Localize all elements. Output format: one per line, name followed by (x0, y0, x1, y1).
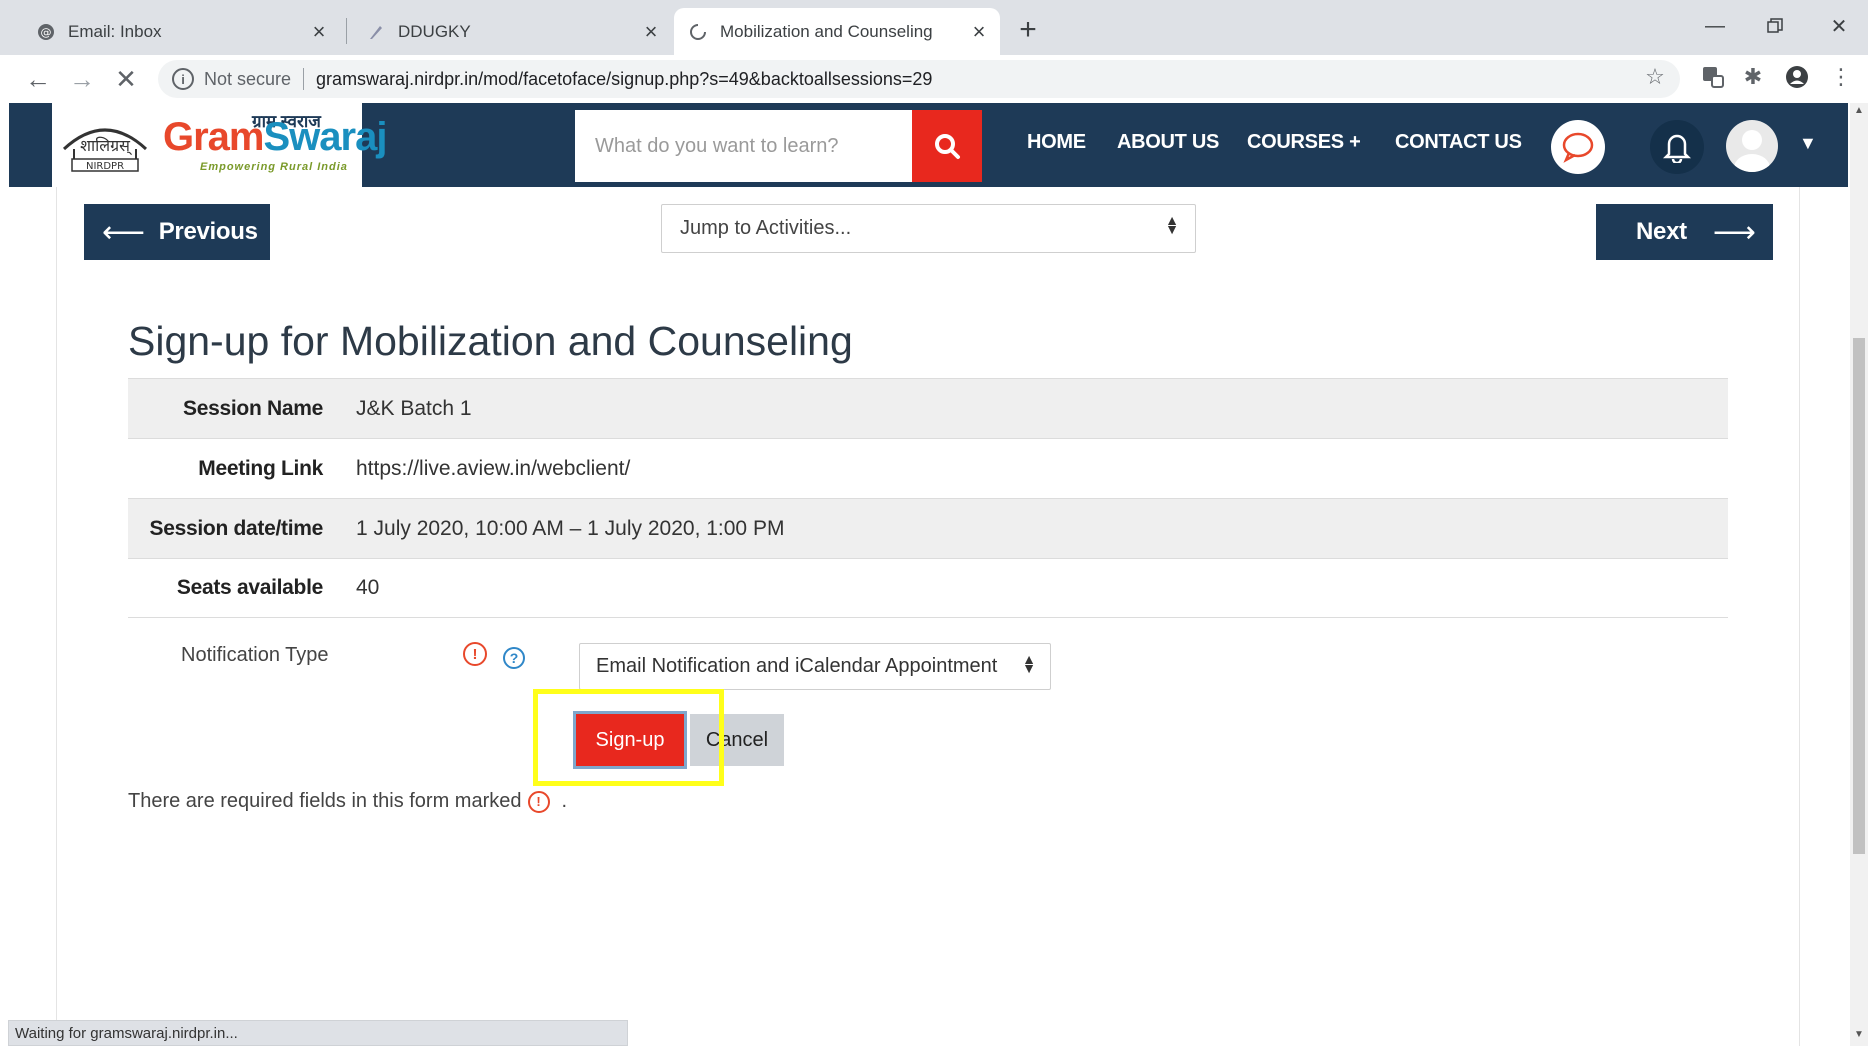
loading-spinner-icon (688, 22, 708, 42)
browser-tab-strip: @ Email: Inbox × DDUGKY × Mobilization a… (0, 0, 1868, 55)
detail-value: J&K Batch 1 (356, 396, 472, 420)
info-icon[interactable]: i (172, 68, 194, 90)
required-note-end: . (561, 790, 568, 812)
new-tab-button[interactable]: + (1012, 13, 1044, 46)
extensions-puzzle-icon[interactable]: ✱ (1738, 62, 1768, 92)
svg-text:NIRDPR: NIRDPR (86, 161, 124, 172)
detail-label: Seats available (176, 576, 323, 599)
detail-row-session-name: Session Name J&K Batch 1 (128, 378, 1728, 438)
required-icon: ! (463, 642, 487, 666)
previous-label: Previous (158, 218, 258, 245)
browser-menu-icon[interactable]: ⋮ (1826, 62, 1856, 92)
session-details-table: Session Name J&K Batch 1 Meeting Link ht… (128, 378, 1728, 618)
site-header: शालिग्रस् NIRDPR ग्राम स्वराज GramSwaraj… (9, 103, 1848, 187)
user-avatar[interactable] (1726, 120, 1778, 172)
chevron-down-icon[interactable]: ▼ (1799, 133, 1817, 154)
required-fields-note: There are required fields in this form m… (128, 790, 567, 813)
email-icon: @ (36, 22, 56, 42)
detail-value: 1 July 2020, 10:00 AM – 1 July 2020, 1:0… (356, 516, 785, 540)
browser-status-bar: Waiting for gramswaraj.nirdpr.in... (8, 1020, 628, 1046)
next-label: Next (1636, 218, 1687, 245)
updown-caret-icon: ▲ ▼ (1165, 212, 1179, 237)
chat-bubble-icon (1562, 132, 1594, 163)
required-note-text: There are required fields in this form m… (128, 790, 522, 812)
scrollbar-thumb[interactable] (1853, 338, 1865, 854)
tab-title: DDUGKY (398, 21, 471, 41)
detail-label: Session Name (183, 396, 323, 420)
detail-label: Session date/time (149, 516, 324, 540)
arrow-left-icon: ⟵ (102, 215, 145, 249)
help-icon[interactable]: ? (503, 647, 525, 669)
tab-mobilization-active[interactable]: Mobilization and Counseling × (674, 8, 1000, 55)
required-icon: ! (527, 790, 550, 813)
detail-row-seats-available: Seats available 40 (128, 558, 1728, 618)
svg-text:शालिग्रस्: शालिग्रस् (80, 136, 133, 156)
site-logo[interactable]: शालिग्रस् NIRDPR ग्राम स्वराज GramSwaraj… (52, 103, 387, 187)
arrow-right-icon: ⟶ (1712, 215, 1756, 249)
extension-translate-icon[interactable] (1698, 62, 1728, 92)
search-button[interactable] (912, 110, 982, 182)
tab-title: Mobilization and Counseling (720, 21, 933, 41)
minimize-button[interactable]: — (1692, 8, 1738, 44)
notification-type-label: Notification Type (181, 644, 329, 666)
nav-home[interactable]: HOME (1027, 131, 1086, 154)
search-icon (935, 134, 960, 159)
messages-button[interactable] (1551, 120, 1605, 174)
nirdpr-emblem-icon: शालिग्रस् NIRDPR (62, 128, 148, 172)
logo-tagline: Empowering Rural India (200, 161, 348, 173)
detail-row-session-datetime: Session date/time 1 July 2020, 10:00 AM … (128, 498, 1728, 558)
profile-icon[interactable] (1782, 62, 1812, 92)
tab-separator (346, 18, 347, 44)
close-window-button[interactable]: ✕ (1816, 8, 1862, 44)
notification-select-value: Email Notification and iCalendar Appoint… (596, 655, 998, 677)
nav-contact-us[interactable]: CONTACT US (1395, 131, 1522, 154)
tab-ddugky[interactable]: DDUGKY × (352, 8, 672, 55)
notification-type-select[interactable]: Email Notification and iCalendar Appoint… (579, 643, 1051, 690)
close-icon[interactable]: × (966, 19, 992, 45)
detail-row-meeting-link: Meeting Link https://live.aview.in/webcl… (128, 438, 1728, 498)
next-activity-button[interactable]: Next ⟶ (1596, 204, 1773, 260)
highlight-annotation-box (533, 689, 724, 786)
tab-email-inbox[interactable]: @ Email: Inbox × (22, 8, 340, 55)
avatar-icon (1734, 130, 1770, 172)
detail-value: https://live.aview.in/webclient/ (356, 456, 631, 480)
forward-button[interactable]: → (66, 63, 98, 95)
page-title: Sign-up for Mobilization and Counseling (128, 318, 853, 364)
close-icon[interactable]: × (306, 19, 332, 45)
detail-value: 40 (356, 576, 380, 599)
previous-activity-button[interactable]: ⟵ Previous (84, 204, 270, 260)
restore-button[interactable] (1752, 8, 1798, 44)
nav-about-us[interactable]: ABOUT US (1117, 131, 1219, 154)
close-icon[interactable]: × (638, 19, 664, 45)
back-button[interactable]: ← (22, 63, 54, 95)
security-status: Not secure (204, 68, 292, 89)
nav-courses[interactable]: COURSES + (1247, 131, 1361, 154)
jump-to-activities-select[interactable]: Jump to Activities... ▲ ▼ (661, 204, 1196, 253)
updown-caret-icon: ▲ ▼ (1022, 651, 1036, 676)
tab-title: Email: Inbox (68, 21, 162, 41)
svg-text:@: @ (41, 26, 52, 39)
bell-icon (1663, 134, 1691, 163)
stop-loading-button[interactable]: ✕ (110, 63, 142, 95)
url-text[interactable]: gramswaraj.nirdpr.in/mod/facetoface/sign… (316, 69, 932, 90)
logo-brand-text: GramSwaraj (163, 115, 387, 159)
notifications-button[interactable] (1650, 120, 1704, 174)
detail-label: Meeting Link (198, 456, 323, 480)
page-scrollbar[interactable]: ▲ ▼ (1850, 103, 1868, 1046)
feather-icon (366, 22, 386, 42)
address-bar[interactable]: i Not secure gramswaraj.nirdpr.in/mod/fa… (158, 60, 1680, 98)
bookmark-star-icon[interactable]: ☆ (1640, 62, 1670, 92)
browser-toolbar: ← → ✕ i Not secure gramswaraj.nirdpr.in/… (0, 55, 1868, 103)
divider (303, 68, 305, 90)
scroll-up-icon[interactable]: ▲ (1853, 105, 1865, 119)
course-search-input[interactable] (575, 110, 912, 182)
restore-icon (1767, 18, 1783, 33)
scroll-down-icon[interactable]: ▼ (1853, 1029, 1865, 1043)
jump-select-value: Jump to Activities... (680, 217, 852, 239)
